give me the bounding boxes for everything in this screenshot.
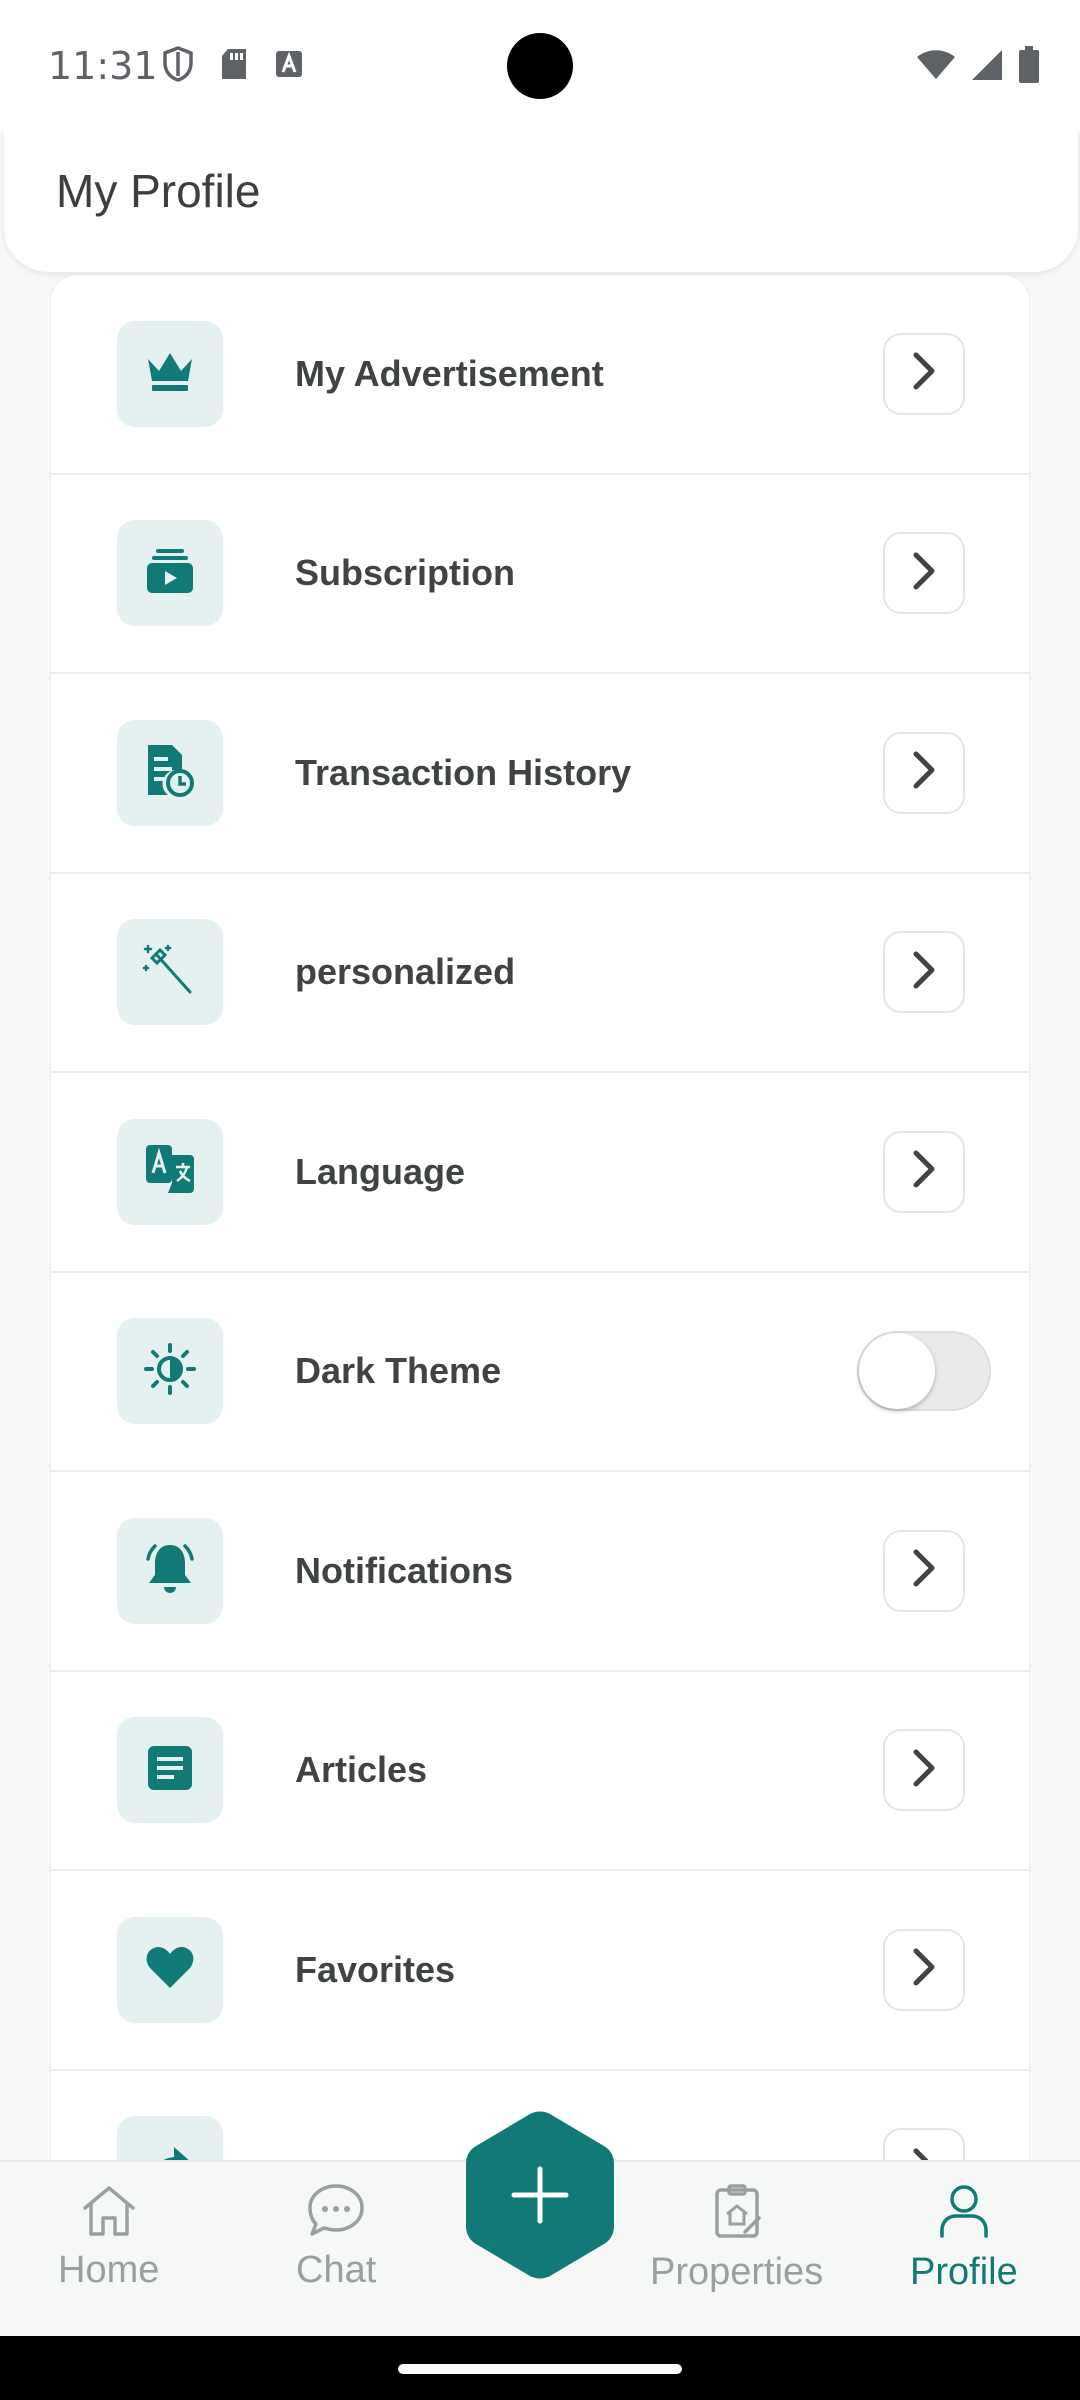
home-gesture-pill[interactable]	[398, 2364, 682, 2374]
camera-cutout	[507, 33, 573, 99]
chevron-right-icon	[911, 1548, 937, 1593]
magic-wand-icon	[140, 940, 200, 1005]
menu-item-label: Articles	[295, 1749, 428, 1791]
menu-item-label: Notifications	[295, 1549, 514, 1591]
menu-item-articles[interactable]: Articles	[51, 1672, 1029, 1871]
article-icon	[144, 1742, 196, 1799]
chevron-right-button[interactable]	[883, 1529, 965, 1612]
home-icon	[79, 2182, 139, 2243]
battery-icon	[1018, 46, 1040, 89]
icon-tile	[117, 1118, 223, 1225]
menu-item-label: personalized	[295, 951, 516, 993]
chevron-right-button[interactable]	[883, 931, 965, 1014]
menu-item-favorites[interactable]: Favorites	[51, 1871, 1029, 2071]
add-property-fab[interactable]	[462, 2110, 618, 2280]
chevron-right-button[interactable]	[883, 332, 965, 415]
menu-item-transaction-history[interactable]: Transaction History	[51, 674, 1029, 874]
menu-item-label: Subscription	[295, 552, 516, 594]
chevron-right-icon	[911, 351, 937, 396]
chevron-right-icon	[911, 750, 937, 795]
wifi-icon	[916, 49, 956, 86]
bell-icon	[142, 1539, 198, 1602]
plus-icon	[510, 2165, 570, 2230]
menu-item-label: My Advertisement	[295, 352, 604, 394]
nav-properties-label: Properties	[650, 2251, 824, 2293]
nav-home[interactable]: Home	[58, 2182, 159, 2292]
crown-icon	[144, 349, 196, 398]
sd-card-icon	[220, 47, 248, 86]
chevron-right-button[interactable]	[883, 1928, 965, 2011]
chevron-right-icon	[911, 551, 937, 596]
profile-icon	[934, 2182, 994, 2245]
menu-item-personalized[interactable]: personalized	[51, 874, 1029, 1073]
chevron-right-button[interactable]	[883, 1729, 965, 1812]
page-title: My Profile	[56, 165, 261, 217]
chat-icon	[306, 2182, 366, 2243]
menu-item-label: Transaction History	[295, 751, 632, 793]
chevron-right-button[interactable]	[883, 1130, 965, 1213]
screen: 11:31 My Profile My Advertisement Subscr…	[0, 0, 1080, 2400]
nav-properties[interactable]: Properties	[650, 2182, 823, 2294]
transaction-history-icon	[144, 741, 196, 804]
menu-item-label: Dark Theme	[295, 1350, 502, 1392]
chevron-right-icon	[911, 950, 937, 995]
nav-profile[interactable]: Profile	[910, 2182, 1018, 2294]
status-time: 11:31	[48, 44, 158, 88]
icon-tile	[117, 520, 223, 627]
icon-tile	[117, 1717, 223, 1824]
chevron-right-icon	[911, 1947, 937, 1992]
nav-profile-label: Profile	[910, 2251, 1018, 2293]
icon-tile	[117, 320, 223, 427]
toggle-knob	[859, 1333, 935, 1410]
header: My Profile	[4, 130, 1078, 272]
signal-icon	[970, 48, 1004, 87]
menu-item-language[interactable]: Language	[51, 1073, 1029, 1273]
properties-icon	[707, 2182, 767, 2245]
translate-icon	[142, 1141, 198, 1202]
icon-tile	[117, 1916, 223, 2023]
menu-item-notifications[interactable]: Notifications	[51, 1472, 1029, 1672]
nav-chat[interactable]: Chat	[296, 2182, 376, 2292]
system-gesture-bar	[0, 2336, 1080, 2400]
chevron-right-button[interactable]	[883, 731, 965, 814]
heart-icon	[145, 1944, 195, 1995]
profile-menu-list: My Advertisement Subscription Transactio…	[50, 274, 1030, 2174]
menu-item-my-advertisement[interactable]: My Advertisement	[51, 275, 1029, 475]
text-a-icon	[274, 49, 304, 84]
shield-icon	[162, 46, 194, 87]
chevron-right-icon	[911, 1149, 937, 1194]
chevron-right-button[interactable]	[883, 532, 965, 615]
nav-home-label: Home	[58, 2249, 160, 2291]
menu-item-subscription[interactable]: Subscription	[51, 475, 1029, 674]
menu-item-label: Language	[295, 1150, 466, 1192]
status-icons-left	[162, 46, 304, 87]
dark-theme-toggle[interactable]	[857, 1331, 991, 1412]
icon-tile	[117, 1318, 223, 1425]
nav-chat-label: Chat	[296, 2249, 377, 2291]
menu-item-dark-theme[interactable]: Dark Theme	[51, 1273, 1029, 1472]
menu-item-label: Favorites	[295, 1948, 456, 1990]
status-icons-right	[916, 46, 1040, 89]
icon-tile	[117, 719, 223, 826]
subscription-icon	[144, 545, 196, 602]
icon-tile	[117, 919, 223, 1026]
brightness-icon	[142, 1341, 198, 1402]
chevron-right-icon	[911, 1748, 937, 1793]
status-bar: 11:31	[0, 0, 1080, 130]
icon-tile	[117, 1517, 223, 1624]
